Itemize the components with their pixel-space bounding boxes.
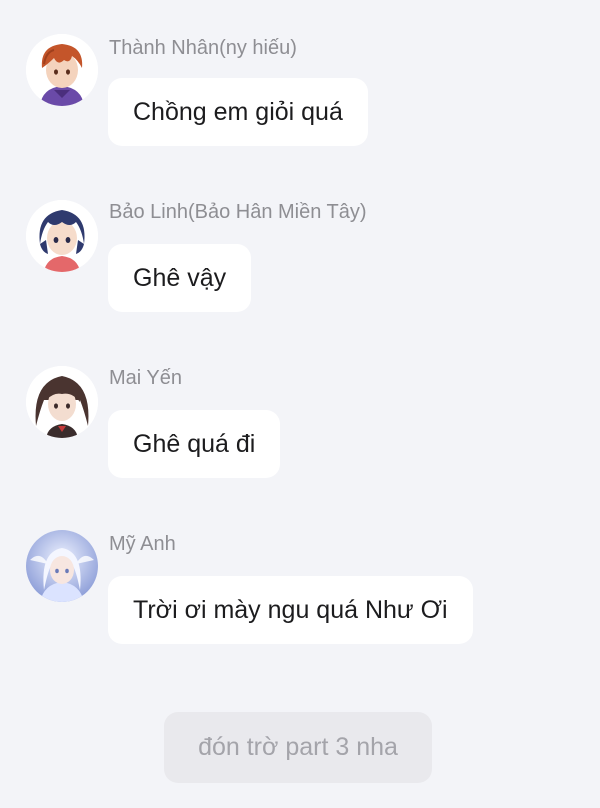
message-bubble[interactable]: Ghê vậy: [108, 244, 252, 312]
red-haired-boy-avatar-icon: [26, 34, 98, 106]
message-bubble[interactable]: Trời ơi mày ngu quá Như Ơi: [108, 576, 473, 644]
sender-name: Bảo Linh(Bảo Hân Miền Tây): [109, 201, 367, 223]
avatar[interactable]: [26, 366, 98, 438]
sender-name: Mỹ Anh: [109, 533, 176, 555]
sender-name: Thành Nhân(ny hiếu): [109, 37, 297, 59]
avatar[interactable]: [26, 530, 98, 602]
brown-haired-girl-avatar-icon: [26, 366, 98, 438]
blue-haired-girl-avatar-icon: [26, 200, 98, 272]
avatar[interactable]: [26, 34, 98, 106]
message-bubble[interactable]: Chồng em giỏi quá: [108, 78, 368, 146]
avatar[interactable]: [26, 200, 98, 272]
sender-name: Mai Yến: [109, 367, 183, 389]
footer-message-pill[interactable]: đón trờ part 3 nha: [164, 712, 432, 783]
white-haired-angel-avatar-icon: [26, 530, 98, 602]
message-bubble[interactable]: Ghê quá đi: [108, 410, 281, 478]
